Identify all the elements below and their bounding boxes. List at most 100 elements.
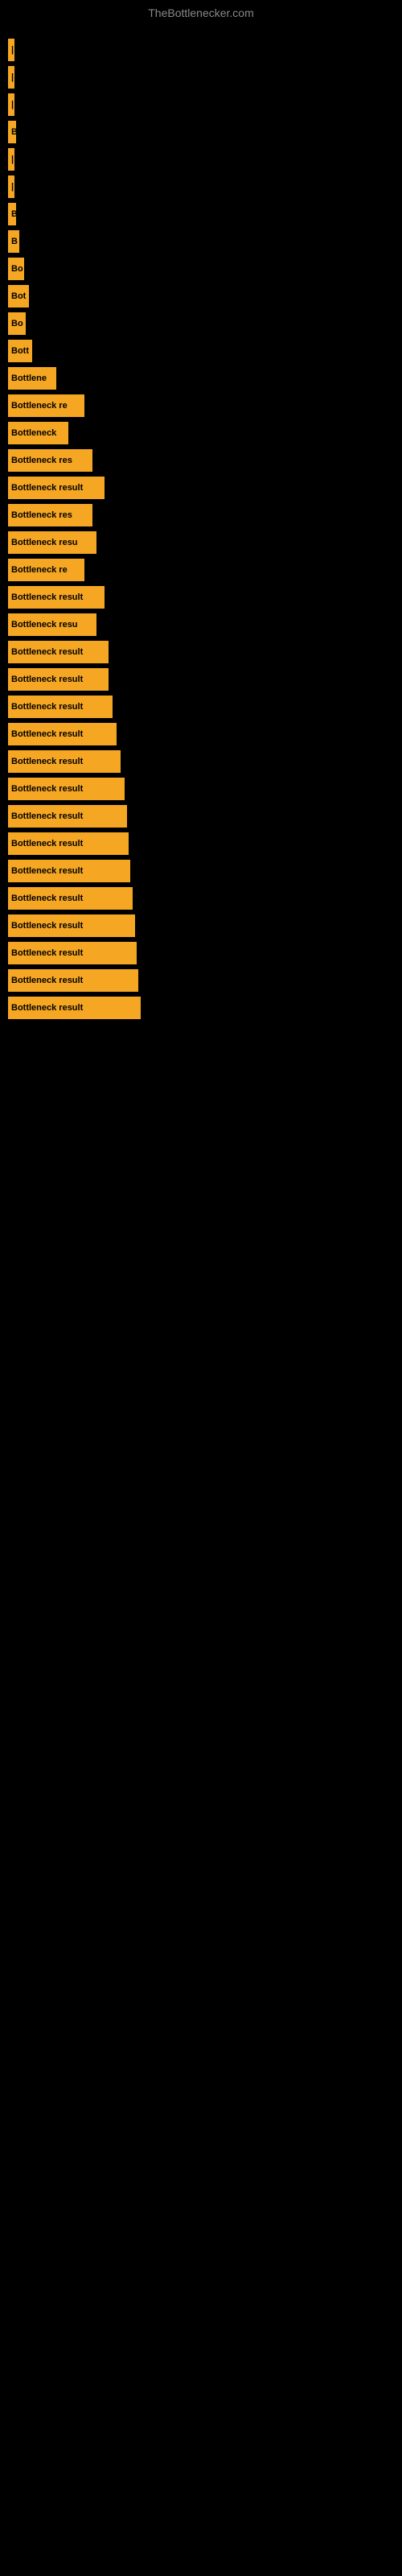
list-item: |	[8, 93, 402, 116]
bottleneck-bar: Bottleneck res	[8, 504, 92, 526]
bottleneck-label: Bott	[11, 346, 29, 356]
bottleneck-label: Bottleneck result	[11, 894, 83, 903]
list-item: Bottleneck result	[8, 860, 402, 882]
bottleneck-label: |	[11, 100, 14, 109]
bottleneck-label: Bottleneck result	[11, 675, 83, 684]
bottleneck-bar: Bottleneck	[8, 422, 68, 444]
items-container: | | | B | | B B Bo Bot Bo Bott Bottlene Bottleneck re…	[0, 23, 402, 1024]
list-item: Bottleneck result	[8, 696, 402, 718]
bottleneck-bar: |	[8, 93, 14, 116]
bottleneck-label: Bottleneck result	[11, 866, 83, 876]
bottleneck-label: Bottleneck result	[11, 921, 83, 931]
bottleneck-label: |	[11, 182, 14, 192]
bottleneck-label: |	[11, 155, 14, 164]
list-item: Bottleneck result	[8, 969, 402, 992]
bottleneck-bar: Bo	[8, 258, 24, 280]
list-item: Bottleneck	[8, 422, 402, 444]
list-item: Bottleneck result	[8, 805, 402, 828]
bottleneck-bar: Bo	[8, 312, 26, 335]
bottleneck-label: B	[11, 127, 16, 137]
bottleneck-label: Bot	[11, 291, 26, 301]
bottleneck-bar: |	[8, 66, 14, 89]
bottleneck-label: Bottleneck re	[11, 565, 68, 575]
list-item: Bottleneck result	[8, 477, 402, 499]
bottleneck-bar: Bottleneck result	[8, 586, 105, 609]
bottleneck-label: B	[11, 237, 18, 246]
list-item: Bottleneck result	[8, 942, 402, 964]
bottleneck-label: Bottleneck result	[11, 483, 83, 493]
bottleneck-label: Bo	[11, 319, 23, 328]
bottleneck-bar: Bottleneck result	[8, 750, 121, 773]
bottleneck-bar: Bottleneck re	[8, 559, 84, 581]
bottleneck-label: Bottleneck result	[11, 1003, 83, 1013]
list-item: Bottleneck result	[8, 586, 402, 609]
bottleneck-bar: Bottleneck result	[8, 641, 109, 663]
bottleneck-bar: Bottleneck result	[8, 805, 127, 828]
bottleneck-bar: |	[8, 175, 14, 198]
list-item: Bottleneck res	[8, 449, 402, 472]
bottleneck-bar: Bot	[8, 285, 29, 308]
bottleneck-bar: Bottlene	[8, 367, 56, 390]
bottleneck-label: Bottleneck	[11, 428, 56, 438]
bottleneck-label: Bottleneck result	[11, 811, 83, 821]
bottleneck-label: Bottleneck result	[11, 757, 83, 766]
list-item: |	[8, 66, 402, 89]
bottleneck-bar: |	[8, 39, 14, 61]
bottleneck-bar: Bottleneck result	[8, 942, 137, 964]
list-item: B	[8, 230, 402, 253]
bottleneck-label: Bottleneck result	[11, 839, 83, 848]
list-item: |	[8, 148, 402, 171]
list-item: Bottleneck resu	[8, 531, 402, 554]
bottleneck-label: Bottleneck result	[11, 729, 83, 739]
bottleneck-bar: Bottleneck re	[8, 394, 84, 417]
list-item: Bottleneck result	[8, 997, 402, 1019]
bottleneck-bar: Bottleneck result	[8, 778, 125, 800]
bottleneck-label: Bottleneck resu	[11, 538, 78, 547]
list-item: Bott	[8, 340, 402, 362]
bottleneck-bar: Bottleneck result	[8, 969, 138, 992]
bottleneck-bar: Bottleneck resu	[8, 613, 96, 636]
bottleneck-label: Bo	[11, 264, 23, 274]
bottleneck-bar: Bottleneck resu	[8, 531, 96, 554]
bottleneck-label: Bottlene	[11, 374, 47, 383]
bottleneck-bar: B	[8, 203, 16, 225]
list-item: B	[8, 121, 402, 143]
bottleneck-bar: B	[8, 121, 16, 143]
bottleneck-label: Bottleneck result	[11, 784, 83, 794]
list-item: Bottleneck res	[8, 504, 402, 526]
bottleneck-bar: Bottleneck result	[8, 832, 129, 855]
list-item: Bottleneck result	[8, 778, 402, 800]
bottleneck-bar: Bottleneck result	[8, 477, 105, 499]
bottleneck-bar: Bottleneck result	[8, 723, 117, 745]
list-item: Bo	[8, 312, 402, 335]
list-item: Bottleneck result	[8, 832, 402, 855]
bottleneck-label: |	[11, 45, 14, 55]
bottleneck-label: Bottleneck result	[11, 592, 83, 602]
bottleneck-bar: Bottleneck res	[8, 449, 92, 472]
bottleneck-bar: Bottleneck result	[8, 860, 130, 882]
list-item: Bottleneck result	[8, 641, 402, 663]
bottleneck-bar: |	[8, 148, 14, 171]
bottleneck-bar: B	[8, 230, 19, 253]
list-item: Bot	[8, 285, 402, 308]
bottleneck-label: Bottleneck res	[11, 456, 72, 465]
bottleneck-bar: Bottleneck result	[8, 668, 109, 691]
bottleneck-label: Bottleneck result	[11, 948, 83, 958]
bottleneck-label: Bottleneck re	[11, 401, 68, 411]
list-item: Bottleneck re	[8, 394, 402, 417]
bottleneck-bar: Bottleneck result	[8, 887, 133, 910]
list-item: Bottleneck re	[8, 559, 402, 581]
list-item: Bottleneck resu	[8, 613, 402, 636]
bottleneck-label: Bottleneck result	[11, 976, 83, 985]
list-item: Bottleneck result	[8, 914, 402, 937]
bottleneck-bar: Bottleneck result	[8, 914, 135, 937]
bottleneck-label: B	[11, 209, 16, 219]
site-title: TheBottlenecker.com	[0, 0, 402, 23]
list-item: B	[8, 203, 402, 225]
list-item: |	[8, 175, 402, 198]
list-item: Bo	[8, 258, 402, 280]
list-item: Bottleneck result	[8, 887, 402, 910]
bottleneck-label: Bottleneck res	[11, 510, 72, 520]
list-item: Bottleneck result	[8, 750, 402, 773]
bottleneck-label: Bottleneck result	[11, 702, 83, 712]
